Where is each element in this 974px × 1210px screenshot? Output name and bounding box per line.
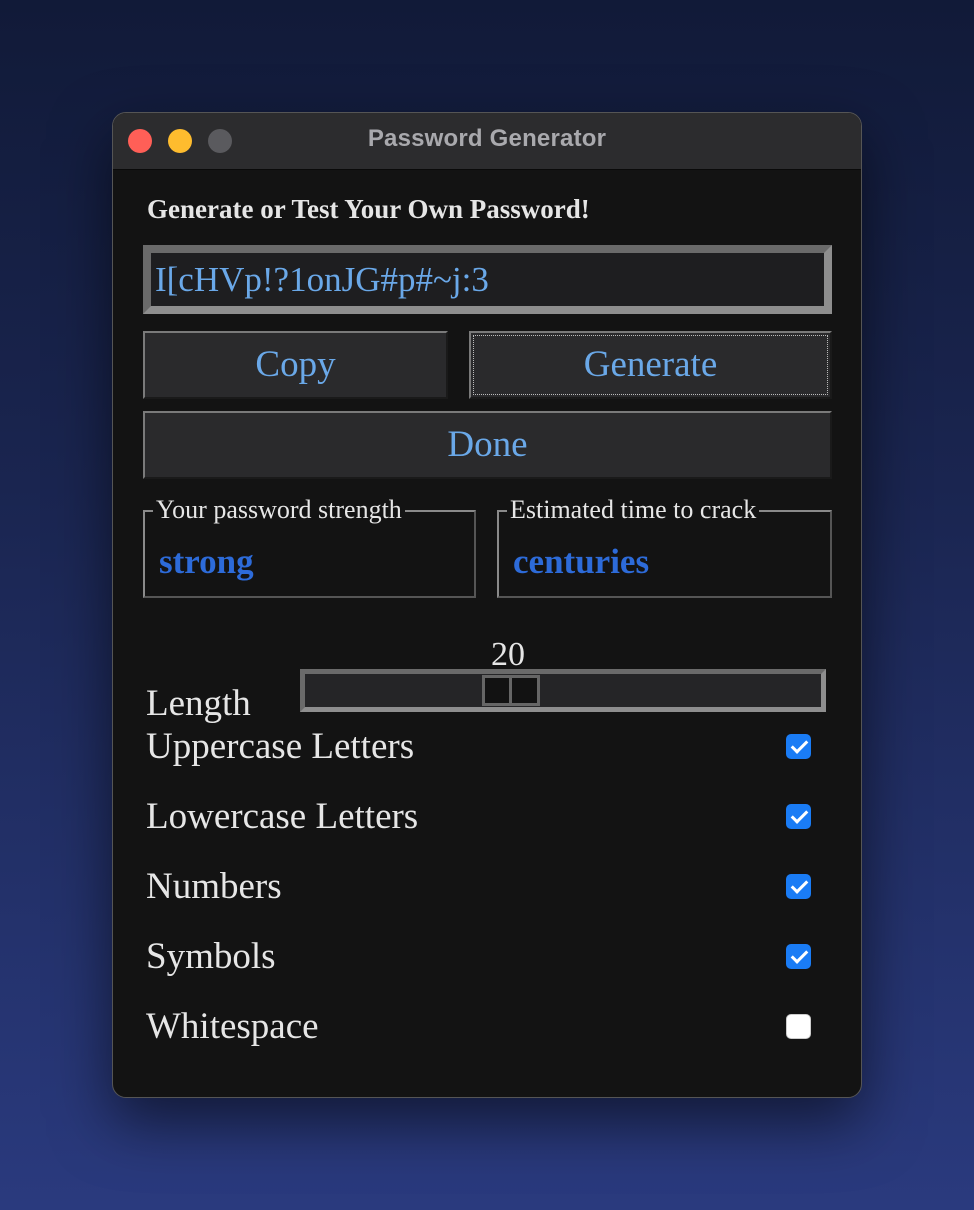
option-whitespace-checkbox[interactable] [786, 1014, 811, 1039]
length-label: Length [146, 683, 251, 724]
option-numbers-label: Numbers [146, 866, 282, 907]
option-uppercase-label: Uppercase Letters [146, 726, 415, 767]
generate-button[interactable]: Generate [469, 331, 832, 399]
option-uppercase-checkbox[interactable] [786, 734, 811, 759]
window-title: Password Generator [367, 125, 607, 152]
length-slider-thumb[interactable] [482, 675, 540, 706]
page-heading: Generate or Test Your Own Password! [147, 194, 590, 224]
option-numbers-checkbox[interactable] [786, 874, 811, 899]
option-lowercase-label: Lowercase Letters [146, 796, 419, 837]
crack-time-value: centuries [513, 542, 650, 581]
title-bar[interactable]: Password Generator [113, 113, 861, 170]
option-whitespace-label: Whitespace [146, 1006, 319, 1047]
option-symbols-row: Symbols [146, 932, 811, 982]
option-uppercase-row: Uppercase Letters [146, 722, 811, 772]
password-generator-window: Password Generator Generate or Test Your… [112, 112, 862, 1098]
password-strength-label: Your password strength [153, 495, 405, 525]
password-strength-group: Your password strength strong [143, 495, 476, 598]
crack-time-group: Estimated time to crack centuries [497, 495, 832, 598]
password-strength-value: strong [159, 542, 254, 581]
option-lowercase-checkbox[interactable] [786, 804, 811, 829]
option-symbols-checkbox[interactable] [786, 944, 811, 969]
option-numbers-row: Numbers [146, 862, 811, 912]
option-whitespace-row: Whitespace [146, 1002, 811, 1052]
done-button[interactable]: Done [143, 411, 832, 479]
length-slider[interactable] [300, 669, 826, 712]
option-lowercase-row: Lowercase Letters [146, 792, 811, 842]
option-symbols-label: Symbols [146, 936, 276, 977]
crack-time-label: Estimated time to crack [507, 495, 760, 525]
copy-button[interactable]: Copy [143, 331, 448, 399]
password-input[interactable] [143, 245, 832, 314]
main-content: Generate or Test Your Own Password! Copy… [113, 170, 861, 1097]
